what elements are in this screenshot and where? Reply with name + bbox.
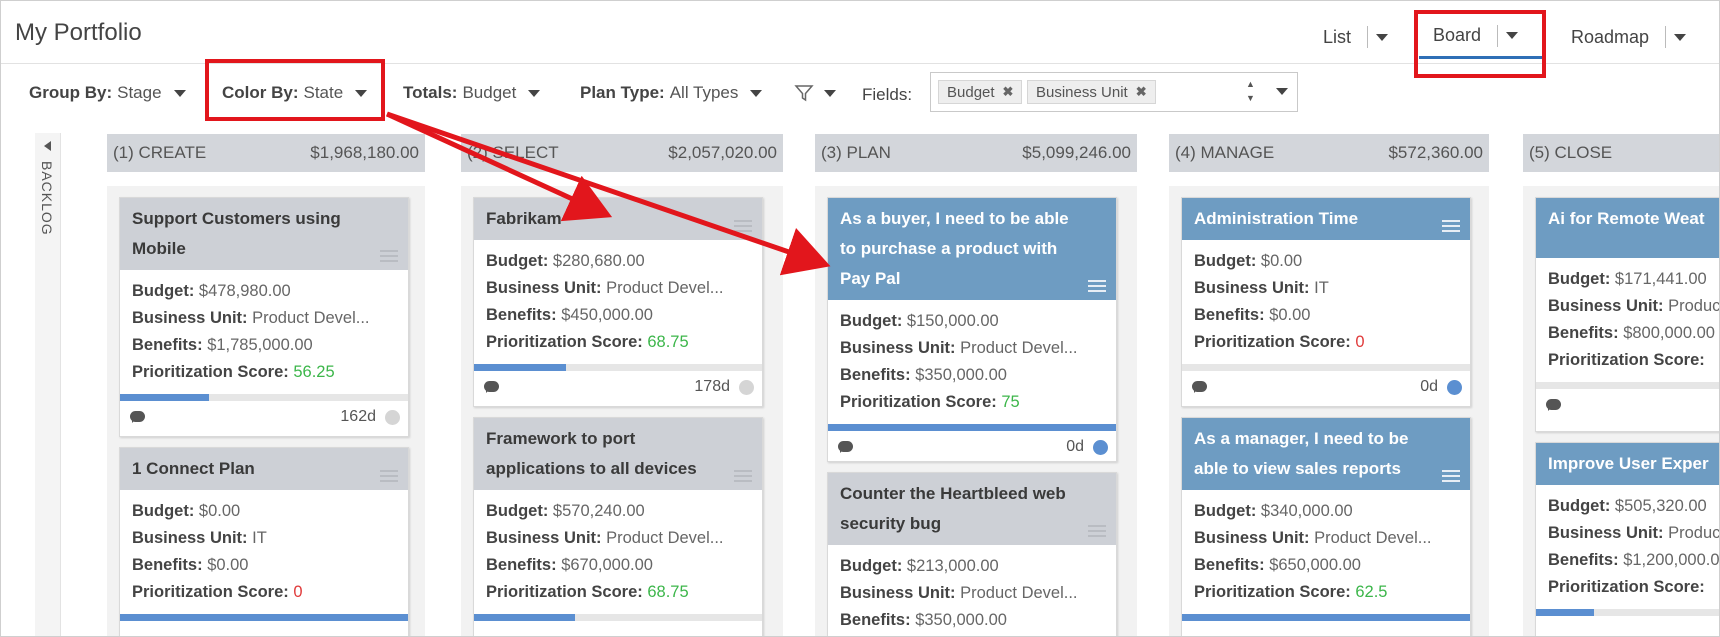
app-frame: My Portfolio List Board Roadmap Group By… xyxy=(0,0,1720,637)
annotation-arrows xyxy=(385,111,831,276)
annotation-arrow xyxy=(385,111,613,222)
annotation-arrow xyxy=(386,111,831,276)
